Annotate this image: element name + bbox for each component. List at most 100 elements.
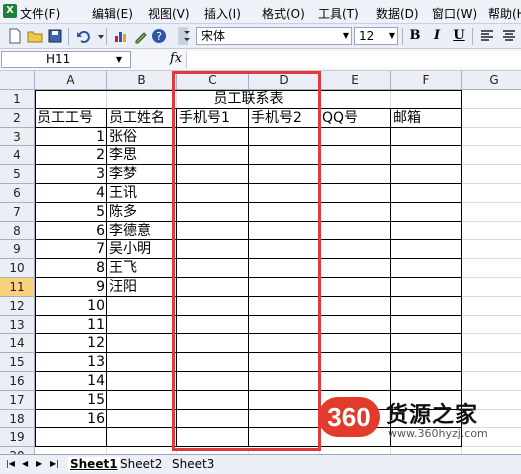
- employee-name-cell[interactable]: 陈多: [107, 203, 177, 222]
- header-cell[interactable]: QQ号: [320, 109, 391, 128]
- watermark-url: www.360hyzj.com: [388, 427, 488, 440]
- row-header-1[interactable]: 1: [0, 90, 35, 109]
- row-header-14[interactable]: 14: [0, 334, 35, 354]
- tab-sheet2[interactable]: Sheet2: [120, 457, 162, 471]
- row-header-8[interactable]: 8: [0, 221, 35, 241]
- employee-name-cell[interactable]: 张俗: [107, 128, 177, 147]
- menu-view[interactable]: 视图(V): [148, 5, 190, 22]
- column-header-F[interactable]: F: [391, 71, 462, 90]
- employee-name-cell[interactable]: 李梦: [107, 165, 177, 184]
- italic-button[interactable]: I: [428, 27, 446, 45]
- menu-bar: X 文件(F) 编辑(E) 视图(V) 插入(I) 格式(O) 工具(T) 数据…: [0, 0, 521, 24]
- employee-id-cell[interactable]: 11: [35, 316, 107, 335]
- employee-name-cell[interactable]: 吴小明: [107, 240, 177, 259]
- employee-id-cell[interactable]: 16: [35, 410, 107, 429]
- help-icon[interactable]: ?: [150, 27, 168, 45]
- bold-button[interactable]: B: [406, 27, 424, 45]
- menu-file[interactable]: 文件(F): [20, 5, 60, 22]
- column-header-A[interactable]: A: [35, 71, 107, 90]
- row-header-18[interactable]: 18: [0, 409, 35, 429]
- employee-id-cell[interactable]: 9: [35, 278, 107, 297]
- menu-data[interactable]: 数据(D): [376, 5, 419, 22]
- employee-id-cell[interactable]: 7: [35, 240, 107, 259]
- excel-icon[interactable]: X: [3, 4, 17, 18]
- row-header-13[interactable]: 13: [0, 315, 35, 335]
- undo-icon[interactable]: [74, 27, 92, 45]
- menu-window[interactable]: 窗口(W): [432, 5, 477, 22]
- employee-id-cell[interactable]: 12: [35, 334, 107, 353]
- first-sheet-icon[interactable]: |◀: [6, 459, 15, 468]
- employee-name-cell[interactable]: 李德意: [107, 222, 177, 241]
- row-header-12[interactable]: 12: [0, 296, 35, 316]
- select-all-corner[interactable]: [0, 71, 35, 90]
- row-header-3[interactable]: 3: [0, 127, 35, 147]
- employee-id-cell[interactable]: 14: [35, 372, 107, 391]
- row-header-7[interactable]: 7: [0, 202, 35, 222]
- toolbar: ? 宋体 ▼ 12 ▼ B I U: [0, 24, 521, 49]
- employee-id-cell[interactable]: 4: [35, 184, 107, 203]
- row-header-9[interactable]: 9: [0, 240, 35, 260]
- row-header-2[interactable]: 2: [0, 108, 35, 128]
- row-header-15[interactable]: 15: [0, 353, 35, 372]
- menu-insert[interactable]: 插入(I): [204, 5, 241, 22]
- header-cell[interactable]: 员工工号: [35, 109, 107, 128]
- employee-name-cell[interactable]: 王讯: [107, 184, 177, 203]
- menu-edit[interactable]: 编辑(E): [92, 5, 133, 22]
- employee-name-cell[interactable]: 李思: [107, 146, 177, 165]
- employee-name-cell[interactable]: 汪阳: [107, 278, 177, 297]
- svg-text:?: ?: [156, 30, 162, 43]
- formula-input[interactable]: [186, 51, 521, 68]
- align-left-icon[interactable]: [478, 27, 496, 45]
- employee-id-cell[interactable]: 5: [35, 203, 107, 222]
- column-header-E[interactable]: E: [320, 71, 391, 90]
- row-header-19[interactable]: 19: [0, 428, 35, 448]
- employee-id-cell[interactable]: 6: [35, 222, 107, 241]
- chevron-down-icon: ▼: [388, 31, 395, 40]
- font-name-select[interactable]: 宋体 ▼: [196, 27, 352, 45]
- header-cell[interactable]: 员工姓名: [107, 109, 177, 128]
- employee-id-cell[interactable]: 1: [35, 128, 107, 147]
- menu-help[interactable]: 帮助(H): [488, 5, 521, 22]
- row-header-6[interactable]: 6: [0, 184, 35, 203]
- employee-id-cell[interactable]: 2: [35, 146, 107, 165]
- next-sheet-icon[interactable]: ▶: [36, 459, 42, 468]
- row-header-10[interactable]: 10: [0, 259, 35, 278]
- new-document-icon[interactable]: [6, 27, 24, 45]
- drawing-icon[interactable]: [132, 27, 150, 45]
- chart-icon[interactable]: [112, 27, 130, 45]
- save-icon[interactable]: [46, 27, 64, 45]
- toolbar-grip-icon[interactable]: [178, 27, 190, 45]
- last-sheet-icon[interactable]: ▶|: [50, 459, 59, 468]
- watermark-name: 货源之家: [386, 403, 479, 428]
- undo-dropdown-icon[interactable]: [92, 27, 104, 45]
- font-size-select[interactable]: 12 ▼: [354, 27, 398, 45]
- employee-id-cell[interactable]: 3: [35, 165, 107, 184]
- employee-id-cell[interactable]: 8: [35, 259, 107, 278]
- row-header-4[interactable]: 4: [0, 146, 35, 166]
- tab-sheet3[interactable]: Sheet3: [172, 457, 214, 471]
- highlight-box: [172, 71, 321, 451]
- table-border: [461, 90, 462, 448]
- row-header-17[interactable]: 17: [0, 390, 35, 410]
- prev-sheet-icon[interactable]: ◀: [22, 459, 28, 468]
- column-header-G[interactable]: G: [462, 71, 521, 90]
- column-header-B[interactable]: B: [107, 71, 177, 90]
- toolbar-separator: [472, 28, 473, 45]
- employee-id-cell[interactable]: 10: [35, 297, 107, 316]
- name-box[interactable]: H11 ▼: [1, 51, 131, 68]
- open-folder-icon[interactable]: [26, 27, 44, 45]
- header-cell[interactable]: 邮箱: [391, 109, 462, 128]
- menu-format[interactable]: 格式(O): [262, 5, 305, 22]
- fx-icon[interactable]: fx: [170, 51, 182, 66]
- chevron-down-icon: ▼: [342, 31, 349, 40]
- tab-sheet1[interactable]: Sheet1: [68, 457, 120, 471]
- row-header-11[interactable]: 11: [0, 278, 35, 297]
- employee-id-cell[interactable]: 15: [35, 391, 107, 410]
- employee-id-cell[interactable]: 13: [35, 353, 107, 372]
- underline-button[interactable]: U: [450, 27, 468, 45]
- row-header-5[interactable]: 5: [0, 165, 35, 184]
- align-center-icon[interactable]: [500, 27, 518, 45]
- row-header-16[interactable]: 16: [0, 372, 35, 391]
- employee-name-cell[interactable]: 王飞: [107, 259, 177, 278]
- menu-tools[interactable]: 工具(T): [318, 5, 359, 22]
